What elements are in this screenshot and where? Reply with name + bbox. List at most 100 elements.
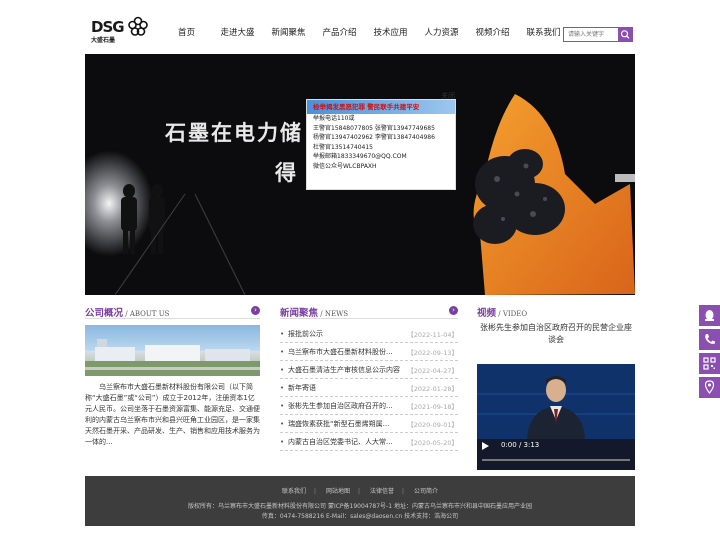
banner-heading-line2: 得 — [275, 161, 298, 185]
factory-image — [85, 339, 260, 376]
about-subtitle: ABOUT US — [129, 310, 170, 318]
bullet-icon: • — [280, 383, 285, 392]
news-item[interactable]: • 张彬先生参加自治区政府召开的... 【2021-09-18】 — [280, 397, 458, 415]
nav-item-about[interactable]: 走进大盛 — [212, 26, 263, 38]
news-item-date: 【2022-04-27】 — [407, 366, 458, 375]
popup-line: 杨警官13947402962 李警官13847404986 — [313, 134, 435, 141]
news-item[interactable]: • 报批前公示 【2022-11-04】 — [280, 325, 458, 343]
news-item-title[interactable]: 大盛石墨清洁生产审核信息公示内容 — [288, 365, 407, 375]
video-title-text: 视频 — [477, 308, 497, 319]
popup-line: 举报电话110或 — [313, 115, 355, 122]
news-subtitle: NEWS — [324, 310, 349, 318]
video-time: 0:00 / 3:13 — [501, 441, 540, 449]
main-nav: 首页 走进大盛 新闻聚焦 产品介绍 技术应用 人力资源 视频介绍 联系我们 — [161, 26, 569, 38]
news-item-date: 【2021-09-18】 — [407, 402, 458, 411]
nav-item-products[interactable]: 产品介绍 — [314, 26, 365, 38]
popup-header: 检举揭发黑恶犯罪 警民联手共建平安 — [307, 100, 455, 114]
about-section-header: 公司概况 / ABOUT US › — [85, 305, 260, 319]
bullet-icon: • — [280, 419, 285, 428]
video-controls: 0:00 / 3:13 — [477, 439, 635, 470]
video-headline[interactable]: 张彬先生参加自治区政府召开的民营企业座谈会 — [477, 322, 635, 346]
popup-line: 王警官15848077805 张警官13947749685 — [313, 124, 435, 132]
bullet-icon: • — [280, 347, 285, 356]
popup-line: 杜警官13514740415 — [313, 143, 373, 151]
video-progress-bar[interactable] — [482, 459, 630, 461]
nav-item-tech[interactable]: 技术应用 — [365, 26, 416, 38]
news-item-date: 【2022-11-04】 — [407, 330, 458, 339]
nav-item-video[interactable]: 视频介绍 — [467, 26, 518, 38]
footer-link-legal[interactable]: 法律信誉 — [370, 488, 394, 495]
news-section-header: 新闻聚焦 / NEWS › — [280, 305, 458, 319]
site-footer: 联系我们 | 网站地图 | 法律信誉 | 公司简介 版权所有：乌兰察布市大盛石墨新材料… — [85, 476, 635, 526]
popup-line: 微信公众号WLCBPAXH — [313, 162, 377, 170]
news-item-title[interactable]: 乌兰察布市大盛石墨新材料股份... — [288, 347, 407, 357]
about-title: 公司概况 / ABOUT US — [85, 308, 170, 319]
footer-contact-info: 传真：0474-7588216 E-Mail：sales@daosen.cn 技… — [261, 513, 459, 520]
news-item-title[interactable]: 报批前公示 — [288, 329, 407, 339]
search-input[interactable] — [564, 28, 619, 41]
site-header: DSG 大盛石墨 首页 走进大盛 新闻聚焦 产品介绍 技术应用 人力资源 视频介… — [85, 0, 635, 54]
news-item-title[interactable]: 瑞盛恢素获批“新型石墨烯朔属... — [288, 419, 407, 429]
footer-separator: | — [314, 488, 317, 495]
news-item-title[interactable]: 张彬先生参加自治区政府召开的... — [288, 401, 407, 411]
search-icon — [620, 30, 630, 39]
qq-button[interactable] — [699, 305, 720, 326]
search-button[interactable] — [618, 28, 632, 41]
qq-icon — [705, 310, 714, 321]
logo[interactable]: DSG 大盛石墨 — [91, 8, 151, 44]
video-title: 视频 / VIDEO — [477, 308, 528, 319]
video-subtitle: VIDEO — [502, 310, 528, 318]
news-item[interactable]: • 乌兰察布市大盛石墨新材料股份... 【2022-09-13】 — [280, 343, 458, 361]
nav-item-hr[interactable]: 人力资源 — [416, 26, 467, 38]
footer-link-sitemap[interactable]: 网站地图 — [326, 488, 350, 495]
news-item-date: 【2022-01-28】 — [407, 384, 458, 393]
about-more-button[interactable]: › — [251, 306, 260, 315]
location-pin-icon — [704, 380, 715, 394]
news-title-text: 新闻聚焦 — [280, 308, 319, 319]
footer-link-profile[interactable]: 公司简介 — [414, 488, 438, 495]
news-item[interactable]: • 瑞盛恢素获批“新型石墨烯朔属... 【2020-09-01】 — [280, 415, 458, 433]
about-description: 乌兰察布市大盛石墨新材料股份有限公司（以下简称“大盛石墨”或“公司”）成立于20… — [85, 383, 260, 446]
bullet-icon: • — [280, 365, 285, 374]
phone-button[interactable] — [699, 329, 720, 350]
news-item[interactable]: • 内蒙古自治区党委书记、人大常... 【2020-05-20】 — [280, 433, 458, 451]
banner-heading: 石墨在电力储 — [165, 121, 303, 145]
news-list: • 报批前公示 【2022-11-04】 • 乌兰察布市大盛石墨新材料股份... 【20… — [280, 325, 458, 451]
side-float-bar — [699, 305, 720, 401]
news-item[interactable]: • 大盛石墨清洁生产审核信息公示内容 【2022-04-27】 — [280, 361, 458, 379]
footer-separator: | — [358, 488, 361, 495]
nav-item-contact[interactable]: 联系我们 — [518, 26, 569, 38]
logo-subtitle: 大盛石墨 — [91, 37, 116, 44]
footer-links: 联系我们 | 网站地图 | 法律信誉 | 公司简介 — [85, 486, 635, 495]
news-item-title[interactable]: 内蒙古自治区党委书记、人大常... — [288, 437, 407, 447]
footer-separator: | — [401, 488, 405, 495]
news-item-title[interactable]: 新年寄语 — [288, 383, 407, 393]
footer-copyright: 版权所有：乌兰察布市大盛石墨新材料股份有限公司 蒙ICP备19004787号-1… — [188, 503, 532, 510]
popup-line: 举报邮箱1833349670@QQ.COM — [313, 153, 407, 160]
news-item[interactable]: • 新年寄语 【2022-01-28】 — [280, 379, 458, 397]
news-item-date: 【2022-09-13】 — [407, 348, 458, 357]
qrcode-button[interactable] — [699, 353, 720, 374]
search-box — [563, 27, 633, 42]
hero-banner[interactable]: 石墨在电力储 得 关闭 检举揭发黑恶犯罪 警民联手共建平安 举报电话110或 王… — [85, 54, 635, 295]
report-popup[interactable]: 检举揭发黑恶犯罪 警民联手共建平安 举报电话110或 王警官1584807780… — [306, 99, 456, 190]
bullet-icon: • — [280, 329, 285, 338]
bullet-icon: • — [280, 401, 285, 410]
news-item-date: 【2020-09-01】 — [407, 420, 458, 429]
news-title: 新闻聚焦 / NEWS — [280, 308, 349, 319]
footer-link-contact[interactable]: 联系我们 — [282, 488, 306, 495]
play-icon[interactable] — [482, 442, 489, 450]
phone-icon — [705, 334, 715, 344]
location-button[interactable] — [699, 377, 720, 398]
nav-item-home[interactable]: 首页 — [161, 26, 212, 38]
qrcode-icon — [703, 357, 716, 370]
logo-flower-icon — [128, 16, 148, 36]
nav-item-news[interactable]: 新闻聚焦 — [263, 26, 314, 38]
video-player[interactable]: 0:00 / 3:13 — [477, 364, 635, 470]
video-section-header: 视频 / VIDEO — [477, 305, 635, 319]
logo-text: DSG — [91, 18, 125, 36]
about-title-text: 公司概况 — [85, 308, 124, 319]
news-more-button[interactable]: › — [449, 306, 458, 315]
bullet-icon: • — [280, 437, 285, 446]
company-photo[interactable] — [85, 325, 260, 376]
